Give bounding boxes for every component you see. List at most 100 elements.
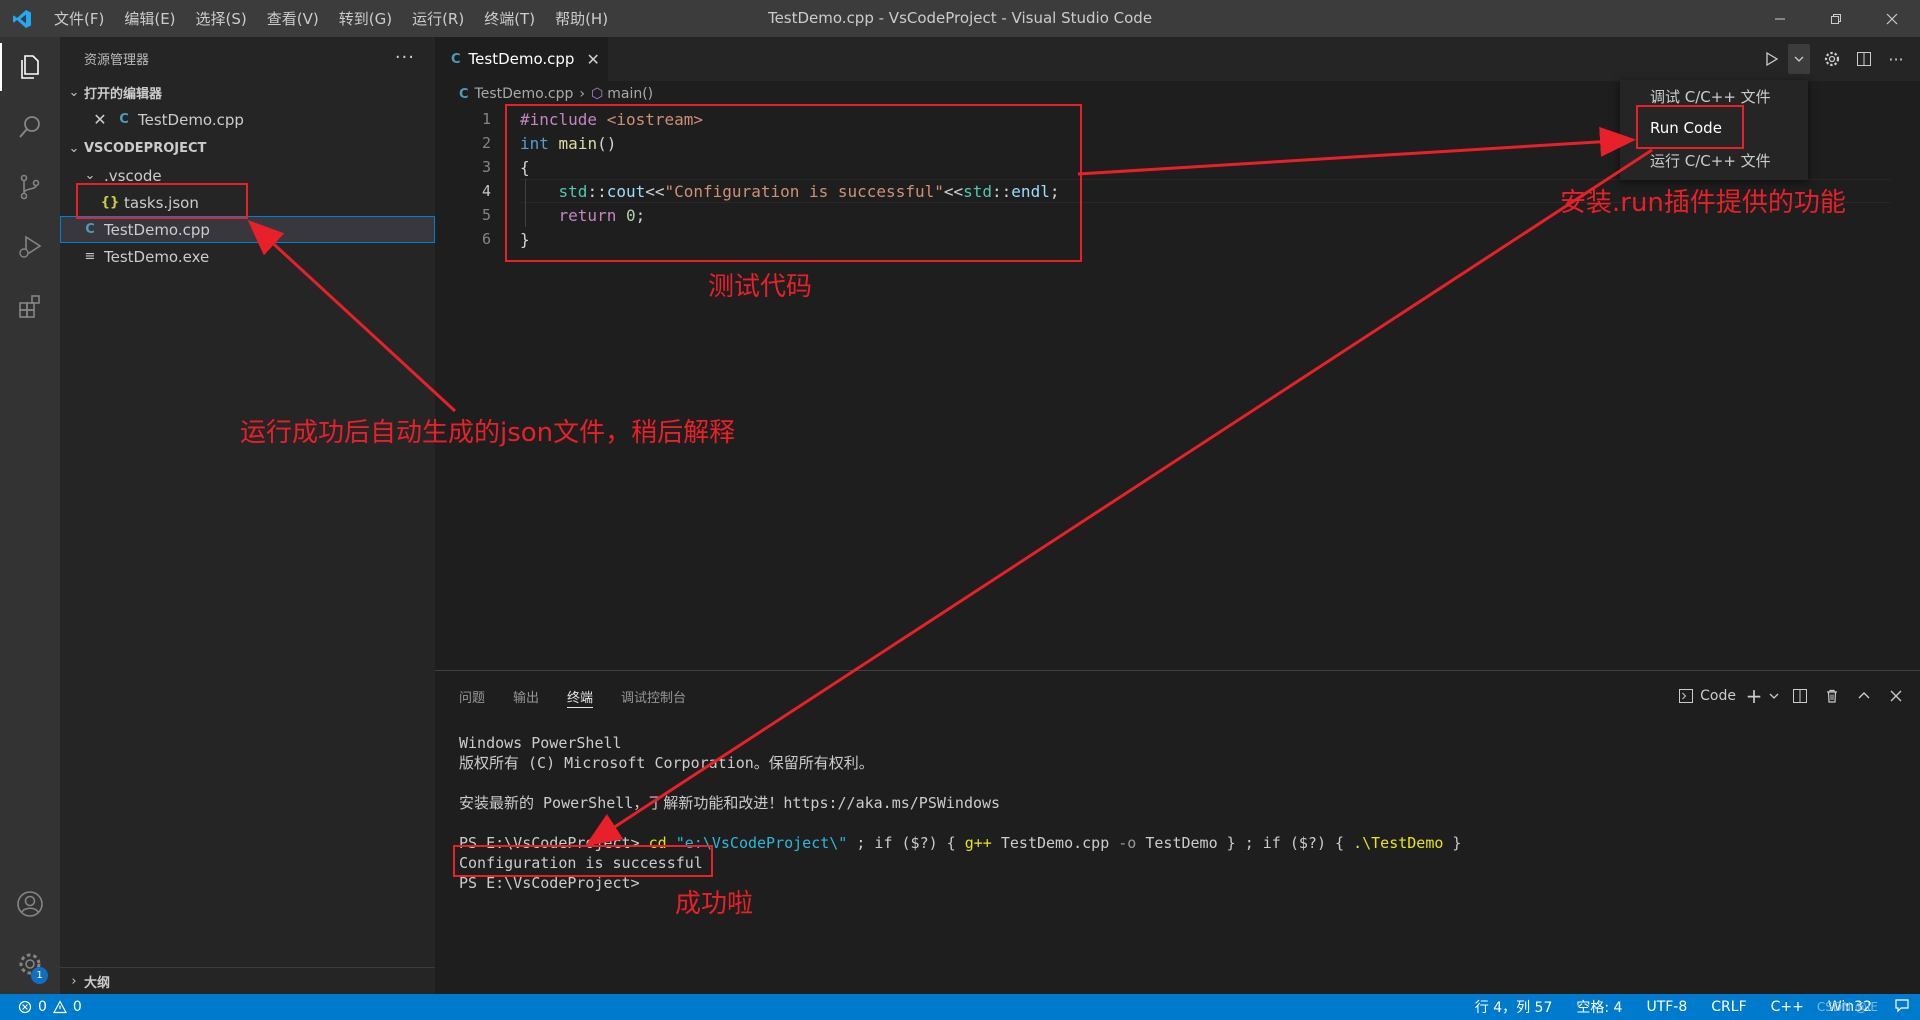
menu-edit[interactable]: 编辑(E) [114,8,185,29]
outline-label: 大纲 [84,975,111,991]
menu-help[interactable]: 帮助(H) [545,8,618,29]
open-editor-filename: TestDemo.cpp [138,110,244,129]
search-icon[interactable] [0,97,60,157]
cpp-file-icon: C [119,112,129,127]
restore-button[interactable] [1808,0,1864,37]
more-actions-icon[interactable]: ··· [1880,44,1912,74]
file-testdemo-exe[interactable]: ≡ TestDemo.exe [60,243,435,270]
terminal-cmd: TestDemo.cpp [991,834,1119,852]
annotation-plugin-note: 安装.run插件提供的功能 [1560,188,1846,218]
terminal-name: Code [1700,688,1736,704]
code-line: 2 int main() [435,131,616,155]
error-count: 0 [38,999,47,1015]
annotation-box-runcode [1636,105,1744,149]
watermark: CSDN @IE [1816,1000,1878,1014]
tab-terminal[interactable]: 终端 [567,671,594,721]
explorer-sidebar: 资源管理器 ··· ⌄ 打开的编辑器 ✕ C TestDemo.cpp ⌄ VS… [60,37,435,994]
annotation-code-note: 测试代码 [708,272,813,302]
terminal-line: 安装最新的 PowerShell，了解新功能和改进！https://aka.ms… [459,794,1001,812]
tab-testdemo-cpp[interactable]: C TestDemo.cpp ✕ [435,37,608,81]
text-file-icon: ≡ [84,249,96,264]
menu-selection[interactable]: 选择(S) [186,8,257,29]
project-section[interactable]: ⌄ VSCODEPROJECT [60,135,435,162]
terminal-line: 版权所有 (C) Microsoft Corporation。保留所有权利。 [459,754,874,772]
language-mode[interactable]: C++ [1759,999,1816,1015]
run-dropdown-button[interactable] [1788,44,1810,74]
close-window-button[interactable] [1864,0,1920,37]
cursor-position[interactable]: 行 4，列 57 [1463,997,1565,1017]
notification-badge: 1 [31,967,48,984]
file-name: TestDemo.cpp [104,220,210,239]
breadcrumb-symbol[interactable]: main() [607,86,653,102]
chevron-down-icon: ⌄ [68,141,80,156]
close-tab-icon[interactable]: ✕ [586,50,599,69]
chevron-down-icon[interactable] [1764,681,1784,711]
maximize-panel-icon[interactable] [1848,681,1880,711]
settings-gear-icon[interactable] [1816,44,1848,74]
explorer-icon[interactable] [0,37,60,97]
chevron-right-icon: › [71,973,77,989]
split-editor-icon[interactable] [1848,44,1880,74]
annotation-box-output [453,845,713,877]
chevron-down-icon: ⌄ [84,168,96,183]
open-editor-item[interactable]: ✕ C TestDemo.cpp [60,106,435,133]
title-bar: 文件(F) 编辑(E) 选择(S) 查看(V) 转到(G) 运行(R) 终端(T… [0,0,1920,37]
run-debug-icon[interactable] [0,217,60,277]
account-icon[interactable] [0,874,60,934]
close-icon[interactable]: ✕ [90,110,110,129]
code-line: 3 { [435,155,530,179]
chevron-down-icon: ⌄ [68,85,80,100]
tab-problems[interactable]: 问题 [459,671,485,721]
folder-name: .vscode [104,166,162,185]
close-panel-icon[interactable] [1880,681,1912,711]
encoding[interactable]: UTF-8 [1634,999,1699,1015]
code-line: 5 return 0; [435,203,645,227]
code-line: 4 std::cout<<"Configuration is successfu… [435,179,1060,203]
outline-section[interactable]: › 大纲 [60,967,435,994]
indentation[interactable]: 空格: 4 [1564,997,1634,1017]
menu-go[interactable]: 转到(G) [329,8,402,29]
explorer-title: 资源管理器 [84,52,150,68]
annotation-box-code [505,104,1082,262]
line-number: 6 [481,230,491,248]
line-number: 3 [481,158,491,176]
end-of-line[interactable]: CRLF [1699,999,1758,1015]
minimize-button[interactable] [1752,0,1808,37]
tab-label: TestDemo.cpp [468,50,575,68]
menu-view[interactable]: 查看(V) [257,8,329,29]
explorer-header: 资源管理器 ··· [60,37,435,79]
open-editors-section[interactable]: ⌄ 打开的编辑器 [60,79,435,106]
menu-terminal[interactable]: 终端(T) [474,8,545,29]
code-line: 1 #include <iostream> [435,107,703,131]
line-number: 4 [481,182,491,200]
trash-icon[interactable] [1816,681,1848,711]
open-editors-label: 打开的编辑器 [84,87,163,102]
source-control-icon[interactable] [0,157,60,217]
terminal-cmd: } [1443,834,1462,852]
terminal-cmd: .\TestDemo [1353,834,1444,852]
split-terminal-icon[interactable] [1784,681,1816,711]
feedback-icon[interactable] [1884,997,1920,1017]
file-testdemo-cpp[interactable]: C TestDemo.cpp [60,216,435,243]
terminal-cmd: ; if ($?) { [847,834,965,852]
terminal-icon [1679,689,1694,703]
activity-bar: 1 [0,37,60,994]
problems-status[interactable]: 0 0 [18,999,82,1015]
cpp-file-icon: C [85,222,95,237]
more-actions-icon[interactable]: ··· [395,47,415,68]
error-icon [18,1000,32,1014]
terminal-select[interactable]: Code [1678,681,1744,711]
run-code-button[interactable] [1756,44,1788,74]
annotation-success-note: 成功啦 [675,889,754,919]
tab-output[interactable]: 输出 [513,671,539,721]
tab-debug-console[interactable]: 调试控制台 [621,671,686,721]
menu-file[interactable]: 文件(F) [44,8,114,29]
extensions-icon[interactable] [0,277,60,337]
editor-tabs: C TestDemo.cpp ✕ ··· [435,37,1920,81]
method-icon: ⬡ [591,86,604,102]
menu-run[interactable]: 运行(R) [402,8,474,29]
line-number: 2 [481,134,491,152]
breadcrumb-file[interactable]: TestDemo.cpp [475,86,574,102]
new-terminal-icon[interactable]: + [1744,681,1764,711]
manage-gear-icon[interactable]: 1 [0,934,60,994]
